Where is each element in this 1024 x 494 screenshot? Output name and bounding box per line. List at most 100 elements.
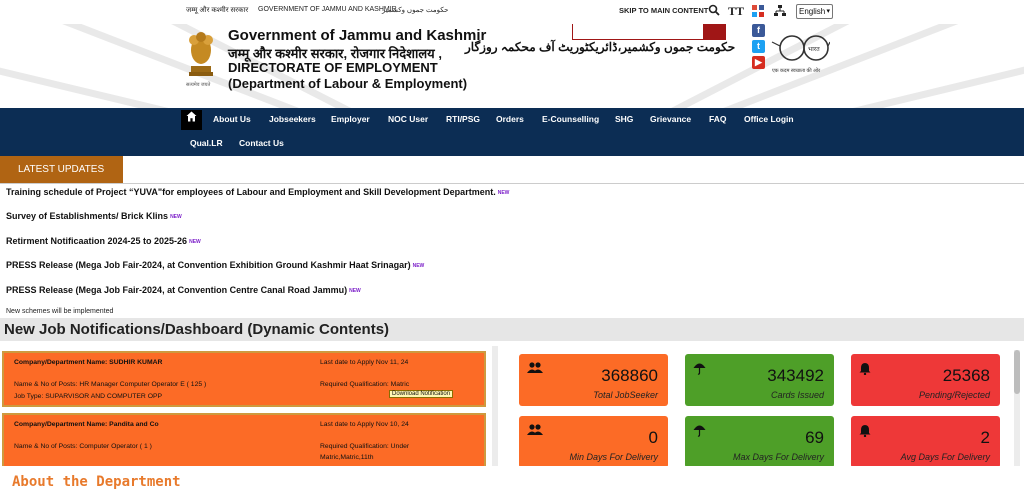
job-qualification-cont: Matric,Matric,11th (320, 454, 374, 461)
swachh-caption: एक कदम स्वच्छता की ओर (772, 68, 821, 74)
update-item[interactable]: Survey of Establishments/ Brick Klins NEW (6, 211, 182, 221)
english-gov-name: GOVERNMENT OF JAMMU AND KASHMIR (258, 6, 397, 13)
job-last-date: Last date to Apply Nov 10, 24 (320, 421, 409, 428)
nav-employer[interactable]: Employer (331, 114, 370, 124)
youtube-icon[interactable]: ▶ (752, 56, 765, 69)
update-link[interactable]: PRESS Release (Mega Job Fair-2024, at Co… (6, 260, 411, 270)
nav-noc-user[interactable]: NOC User (388, 114, 428, 124)
emblem-caption: सत्यमेव जयते (186, 82, 211, 88)
stat-label: Total JobSeeker (593, 390, 658, 400)
stat-value: 2 (980, 428, 990, 447)
nav-faq[interactable]: FAQ (709, 114, 726, 124)
job-list-scrollbar[interactable] (492, 346, 498, 466)
new-badge: NEW (497, 189, 510, 196)
stat-label: Max Days For Delivery (732, 452, 824, 462)
bell-icon (859, 362, 871, 378)
stat-max-days: 69 Max Days For Delivery (685, 416, 834, 468)
stat-value: 25368 (942, 366, 990, 385)
job-company: Company/Department Name: SUDHIR KUMAR (14, 359, 163, 366)
facebook-icon[interactable]: f (752, 24, 765, 37)
search-button[interactable] (704, 24, 726, 40)
job-qualification: Required Qualification: Matric (320, 381, 410, 388)
job-posts: Name & No of Posts: HR Manager Computer … (14, 381, 207, 388)
job-company: Company/Department Name: Pandita and Co (14, 421, 159, 428)
nav-orders[interactable]: Orders (496, 114, 524, 124)
directorate-title: DIRECTORATE OF EMPLOYMENT (228, 60, 438, 75)
stat-label: Min Days For Delivery (569, 452, 658, 462)
top-utility-bar: जम्मू और कश्मीर सरकार GOVERNMENT OF JAMM… (0, 0, 1024, 24)
text-size-icon[interactable]: TT (728, 4, 744, 18)
scrollbar-thumb[interactable] (1014, 350, 1020, 394)
users-icon (527, 362, 543, 377)
hindi-gov-name: जम्मू और कश्मीर सरकार (186, 7, 249, 14)
twitter-icon[interactable]: t (752, 40, 765, 53)
job-card: Company/Department Name: SUDHIR KUMAR La… (2, 351, 486, 407)
nav-rti-psg[interactable]: RTI/PSG (446, 114, 480, 124)
latest-updates-tab: LATEST UPDATES (0, 156, 123, 184)
stat-pending-rejected: 25368 Pending/Rejected (851, 354, 1000, 406)
national-emblem-icon (189, 32, 213, 76)
update-link[interactable]: Survey of Establishments/ Brick Klins (6, 211, 168, 221)
nav-grievance[interactable]: Grievance (650, 114, 691, 124)
search-input[interactable] (572, 24, 704, 40)
stat-value: 343492 (767, 366, 824, 385)
stat-label: Pending/Rejected (918, 390, 990, 400)
notifications-title: New Job Notifications/Dashboard (Dynamic… (4, 321, 390, 338)
update-link[interactable]: Retirment Notificaation 2024-25 to 2025-… (6, 236, 187, 246)
stat-label: Avg Days For Delivery (900, 452, 990, 462)
nav-contact-us[interactable]: Contact Us (239, 138, 284, 148)
job-card: Company/Department Name: Pandita and Co … (2, 413, 486, 466)
stat-value: 0 (648, 428, 658, 447)
new-badge: NEW (412, 262, 425, 269)
nav-jobseekers[interactable]: Jobseekers (269, 114, 316, 124)
umbrella-icon (693, 362, 706, 378)
nav-office-login[interactable]: Office Login (744, 114, 794, 124)
new-badge: NEW (349, 287, 361, 294)
site-title-urdu: حکومت جموں وکشمیر،ڈائریکٹوریٹ آف محکمہ ر… (465, 40, 736, 54)
about-title: About the Department (12, 474, 181, 490)
bell-icon (859, 424, 871, 440)
job-posts: Name & No of Posts: Computer Operator ( … (14, 443, 152, 450)
nav-e-counselling[interactable]: E-Counselling (542, 114, 599, 124)
update-item[interactable]: Retirment Notificaation 2024-25 to 2025-… (6, 236, 201, 246)
users-icon (527, 424, 543, 439)
new-badge: NEW (189, 238, 201, 245)
stat-avg-days: 2 Avg Days For Delivery (851, 416, 1000, 468)
site-header: सत्यमेव जयते Government of Jammu and Kas… (0, 24, 1024, 108)
update-item[interactable]: PRESS Release (Mega Job Fair-2024, at Co… (6, 285, 361, 295)
new-schemes-note: New schemes will be implemented (6, 308, 114, 315)
divider (0, 183, 1024, 184)
stat-value: 69 (805, 428, 824, 447)
update-link[interactable]: Training schedule of Project “YUVA"for e… (6, 187, 496, 197)
update-item[interactable]: Training schedule of Project “YUVA"for e… (6, 187, 509, 197)
main-navigation: About Us Jobseekers Employer NOC User RT… (0, 108, 1024, 156)
swachh-bharat-logo: भारत (771, 35, 830, 61)
job-qualification: Required Qualification: Under (320, 443, 410, 450)
department-title: (Department of Labour & Employment) (228, 76, 468, 91)
search-icon[interactable] (707, 4, 721, 18)
chevron-down-icon: ▾ (826, 8, 830, 15)
update-item[interactable]: PRESS Release (Mega Job Fair-2024, at Co… (6, 260, 424, 270)
swachh-logo-text: भारत (808, 46, 820, 53)
skip-to-main-link[interactable]: SKIP TO MAIN CONTENT (619, 6, 708, 15)
urdu-gov-name: حکومت جموں وکشمیر (382, 7, 449, 14)
nav-shg[interactable]: SHG (615, 114, 633, 124)
language-select[interactable]: English ▾ (796, 4, 833, 19)
nav-qual-lr[interactable]: Qual.LR (190, 138, 223, 148)
home-icon[interactable] (181, 110, 202, 130)
stat-label: Cards Issued (770, 390, 824, 400)
sitemap-icon[interactable] (773, 4, 787, 18)
nav-about-us[interactable]: About Us (213, 114, 251, 124)
site-title: Government of Jammu and Kashmir (228, 27, 487, 44)
dashboard-scrollbar[interactable] (1014, 350, 1020, 466)
stat-total-jobseeker: 368860 Total JobSeeker (519, 354, 668, 406)
update-link[interactable]: PRESS Release (Mega Job Fair-2024, at Co… (6, 285, 347, 295)
new-badge: NEW (170, 213, 182, 220)
job-last-date: Last date to Apply Nov 11, 24 (320, 359, 409, 366)
stat-cards-issued: 343492 Cards Issued (685, 354, 834, 406)
umbrella-icon (693, 424, 706, 440)
social-share-icon[interactable] (751, 4, 765, 18)
download-notification-button[interactable]: Download Notification (389, 390, 454, 398)
stat-value: 368860 (601, 366, 658, 385)
language-select-value: English (799, 7, 826, 16)
